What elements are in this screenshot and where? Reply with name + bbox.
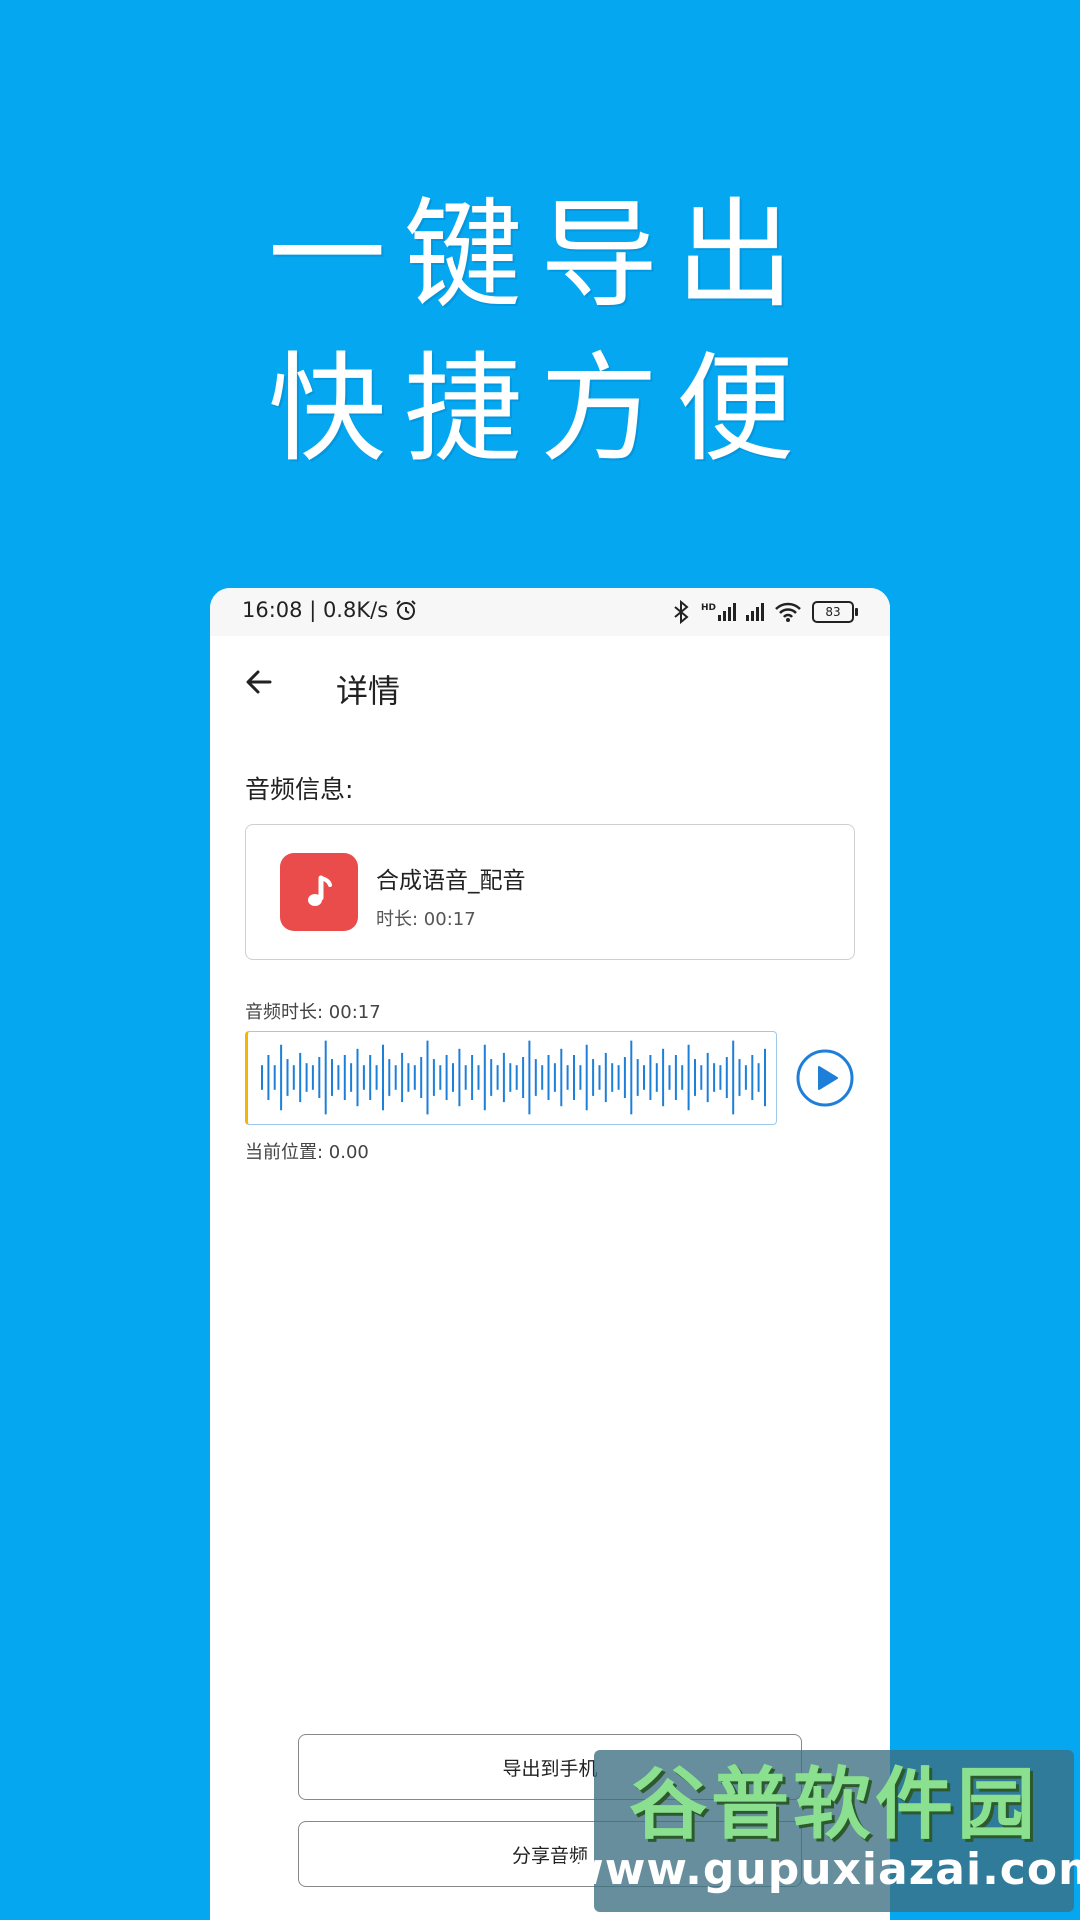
app-bar: 详情 [210, 636, 890, 736]
status-time-speed: 16:08 | 0.8K/s [242, 598, 389, 622]
music-note-icon [280, 853, 358, 931]
play-icon [818, 1066, 838, 1090]
audio-duration: 时长: 00:17 [376, 909, 476, 930]
bluetooth-icon [674, 600, 689, 624]
play-button[interactable] [796, 1049, 854, 1107]
page-title: 详情 [336, 672, 401, 710]
waveform [261, 1040, 766, 1115]
alarm-icon [396, 600, 416, 620]
audio-info-label: 音频信息: [245, 775, 354, 804]
signal-icon [746, 603, 764, 621]
audio-name: 合成语音_配音 [376, 868, 526, 894]
status-bar: 16:08 | 0.8K/s HD 83 [210, 588, 890, 636]
waveform-track[interactable] [245, 1031, 777, 1125]
battery-level: 83 [825, 605, 841, 619]
watermark-logo: 谷普软件园 www.gupuxiazai.com [563, 1750, 1080, 1912]
audio-duration-label: 音频时长: 00:17 [245, 1002, 381, 1023]
current-position-label: 当前位置: 0.00 [245, 1142, 369, 1163]
network-badge: HD [700, 603, 716, 613]
back-arrow-icon[interactable] [240, 662, 280, 702]
watermark-title: 谷普软件园 [628, 1759, 1039, 1850]
wifi-icon [775, 602, 801, 622]
audio-info-card[interactable]: 合成语音_配音 时长: 00:17 [245, 824, 855, 960]
promo-headline-1: 一键导出 [267, 186, 812, 324]
phone-screen: 16:08 | 0.8K/s HD 83 详情 音频信息: 合成语音_配音 时长… [210, 588, 890, 1920]
watermark-url: www.gupuxiazai.com [563, 1843, 1080, 1895]
signal-icon: HD [701, 603, 736, 621]
promo-headline-2: 快捷方便 [267, 340, 812, 478]
battery-icon: 83 [812, 601, 858, 623]
